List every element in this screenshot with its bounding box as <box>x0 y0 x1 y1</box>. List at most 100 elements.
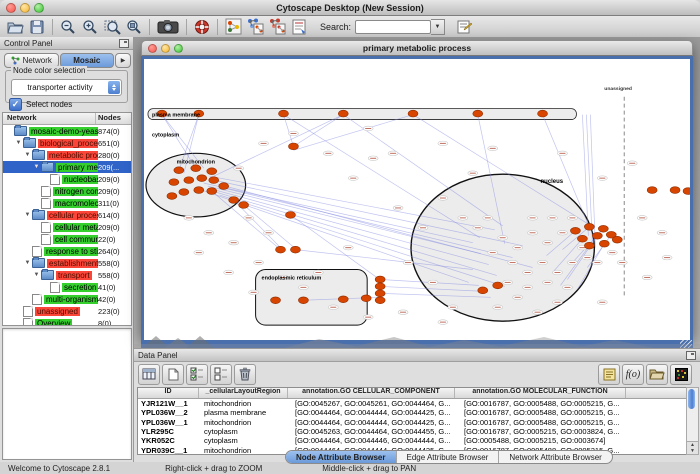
open-session-button[interactable] <box>4 18 26 36</box>
attribute-table-row[interactable]: YJR121W__1mitochondrion[GO:0045267, GO:0… <box>138 399 687 408</box>
network-node[interactable] <box>184 177 194 184</box>
network-tree-row[interactable]: ▼metabolic process280(0) <box>3 149 131 161</box>
network-node[interactable] <box>219 183 229 190</box>
bottom-tab-node[interactable]: Node Attribute Browser <box>286 451 397 463</box>
network-window-titlebar[interactable]: primary metabolic process <box>141 40 693 56</box>
network-node[interactable] <box>647 187 657 194</box>
network-node[interactable] <box>209 177 219 184</box>
zoom-selected-button[interactable] <box>123 18 145 36</box>
zoom-in-button[interactable] <box>79 18 101 36</box>
network-node[interactable] <box>179 189 189 196</box>
session-note-button[interactable] <box>453 18 475 36</box>
column-header-layout-region[interactable]: _cellularLayoutRegion <box>199 388 288 398</box>
network-node[interactable] <box>279 110 289 117</box>
expand-network-blue-button[interactable] <box>244 18 266 36</box>
network-node[interactable] <box>285 212 295 219</box>
network-node[interactable] <box>375 276 385 283</box>
float-panel-icon[interactable] <box>119 39 129 48</box>
network-node[interactable] <box>478 287 488 294</box>
zoom-fit-button[interactable] <box>101 18 123 36</box>
network-node[interactable] <box>288 143 298 150</box>
network-node[interactable] <box>167 193 177 200</box>
network-node[interactable] <box>408 110 418 117</box>
network-node[interactable] <box>612 236 622 243</box>
network-node[interactable] <box>584 242 594 249</box>
network-node[interactable] <box>375 297 385 304</box>
matrix-view-button[interactable] <box>670 364 692 385</box>
network-node[interactable] <box>239 202 249 209</box>
network-node[interactable] <box>598 225 608 232</box>
network-tree-row[interactable]: nitrogen compo209(0) <box>3 185 131 197</box>
zoom-out-button[interactable] <box>57 18 79 36</box>
save-session-button[interactable] <box>26 18 48 36</box>
snapshot-button[interactable] <box>154 18 182 36</box>
network-node[interactable] <box>338 296 348 303</box>
select-attributes-button[interactable] <box>186 364 208 385</box>
network-tree-row[interactable]: unassigned223(0) <box>3 305 131 317</box>
network-tree-row[interactable]: cell communicat22(0) <box>3 233 131 245</box>
attribute-table-row[interactable]: YLR295Ccytoplasm[GO:0045263, GO:0044464,… <box>138 427 687 436</box>
network-tree-row[interactable]: ▼establishment of lo558(0) <box>3 257 131 269</box>
attribute-table-button[interactable] <box>138 364 160 385</box>
network-tree-row[interactable]: ▼primary metabo209(... <box>3 161 131 173</box>
attribute-table-row[interactable]: YPL036W__1mitochondrion[GO:0044464, GO:0… <box>138 418 687 427</box>
tree-expand-arrow[interactable]: ▼ <box>32 272 41 278</box>
network-tree-row[interactable]: macromolecule311(0) <box>3 197 131 209</box>
network-window[interactable]: primary metabolic process plasma membran… <box>141 40 693 336</box>
attribute-table-row[interactable]: YKR052Ccytoplasm[GO:0044464, GO:0044446,… <box>138 436 687 445</box>
help-button[interactable] <box>191 18 213 36</box>
scrollbar-thumb[interactable] <box>688 389 695 409</box>
network-node[interactable] <box>338 110 348 117</box>
table-vertical-scrollbar[interactable]: ▲▼ <box>686 387 699 455</box>
search-input[interactable] <box>355 20 431 34</box>
unselect-attributes-button[interactable] <box>210 364 232 385</box>
network-node[interactable] <box>207 188 217 195</box>
tree-expand-arrow[interactable]: ▼ <box>14 140 23 146</box>
network-tree-row[interactable]: nucleobase-209(0) <box>3 173 131 185</box>
network-node[interactable] <box>276 246 286 253</box>
function-builder-button[interactable]: f(o) <box>622 364 644 385</box>
network-node[interactable] <box>584 223 594 230</box>
column-header-id[interactable]: ID <box>138 388 199 398</box>
network-tree-row[interactable]: ▼cellular process614(0) <box>3 209 131 221</box>
network-node[interactable] <box>271 297 281 304</box>
tree-expand-arrow[interactable]: ▼ <box>23 152 32 158</box>
network-node[interactable] <box>207 168 217 175</box>
select-nodes-checkbox[interactable]: ✓ <box>9 98 22 111</box>
network-node[interactable] <box>375 283 385 290</box>
network-tree-row[interactable]: secretion41(0) <box>3 281 131 293</box>
tree-column-nodes[interactable]: Nodes <box>96 113 131 124</box>
scrollbar-arrows[interactable]: ▲▼ <box>687 441 698 454</box>
delete-attribute-button[interactable] <box>234 364 256 385</box>
network-tree-row[interactable]: response to stimulu264(0) <box>3 245 131 257</box>
network-node[interactable] <box>375 290 385 297</box>
column-header-cellular-component[interactable]: annotation.GO CELLULAR_COMPONENT <box>288 388 455 398</box>
network-tree-row[interactable]: ▼biological_process651(0) <box>3 137 131 149</box>
network-node[interactable] <box>229 197 239 204</box>
birdseye-view[interactable] <box>2 328 132 460</box>
annotation-notes-button[interactable] <box>288 18 310 36</box>
import-attributes-button[interactable] <box>646 364 668 385</box>
new-attribute-button[interactable] <box>162 364 184 385</box>
attribute-table-row[interactable]: YPL036W__2plasma membrane[GO:0044464, GO… <box>138 408 687 417</box>
tree-expand-arrow[interactable]: ▼ <box>32 164 41 170</box>
network-tree-row[interactable]: cellular metabo209(0) <box>3 221 131 233</box>
network-tree-row[interactable]: Overview8(0) <box>3 317 131 326</box>
network-node[interactable] <box>493 282 503 289</box>
tree-expand-arrow[interactable]: ▼ <box>23 212 32 218</box>
float-panel-icon[interactable] <box>686 351 696 360</box>
bottom-tab-network[interactable]: Network Attribute Browser <box>499 451 611 463</box>
network-node[interactable] <box>570 227 580 234</box>
network-node[interactable] <box>577 235 587 242</box>
network-node[interactable] <box>298 297 308 304</box>
label-editor-button[interactable] <box>598 364 620 385</box>
bottom-tab-edge[interactable]: Edge Attribute Browser <box>397 451 500 463</box>
tree-column-network[interactable]: Network <box>3 113 96 124</box>
network-node[interactable] <box>538 110 548 117</box>
network-node[interactable] <box>592 232 602 239</box>
network-tree-row[interactable]: mosaic-demo-yeast874(0) <box>3 125 131 137</box>
network-canvas[interactable]: plasma membrane cytoplasm mitochondrion … <box>144 59 690 340</box>
network-node[interactable] <box>670 187 680 194</box>
network-tree-row[interactable]: ▼transport558(0) <box>3 269 131 281</box>
network-node[interactable] <box>194 187 204 194</box>
